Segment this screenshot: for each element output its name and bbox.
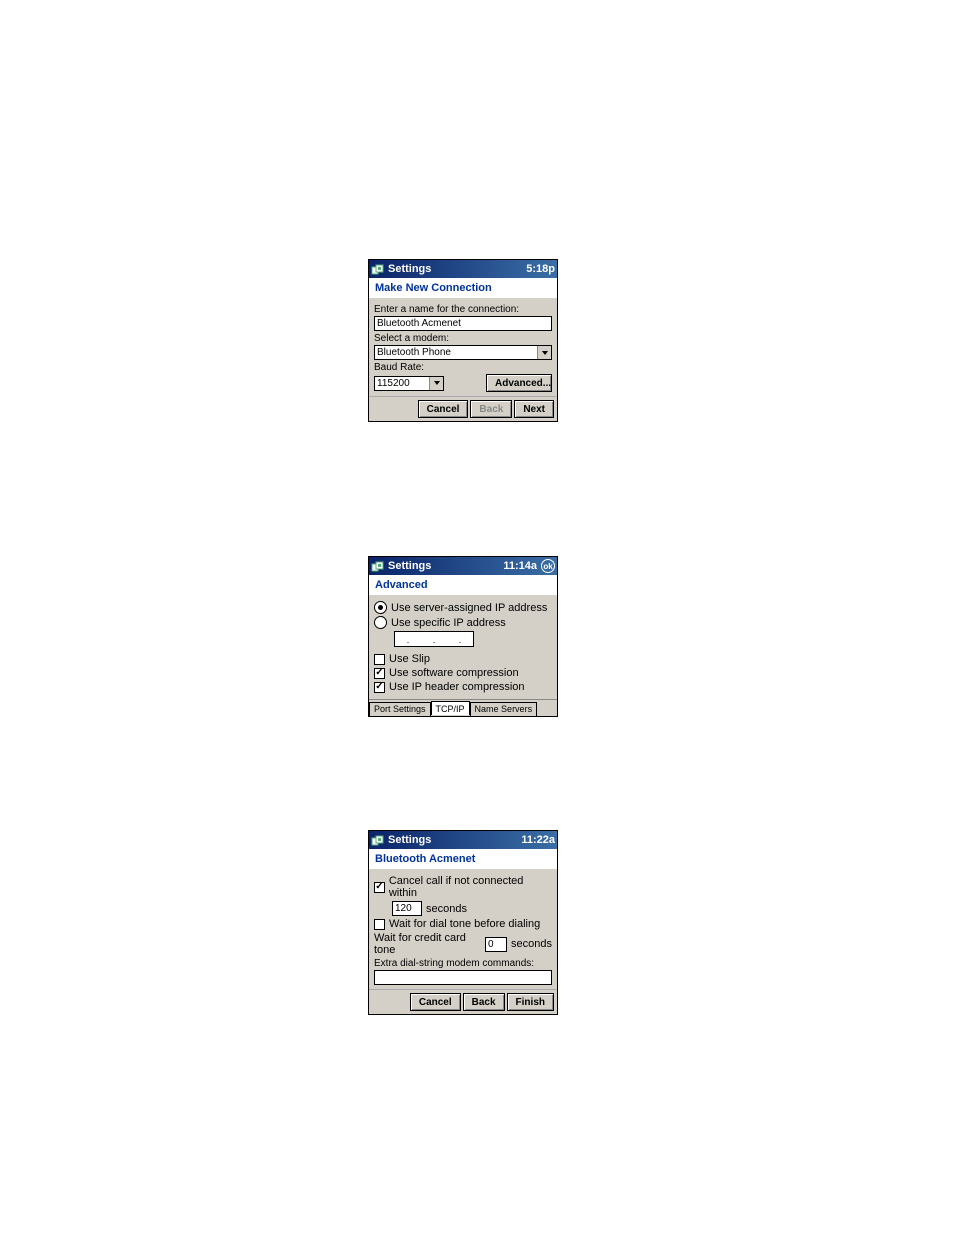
title-text: Settings	[388, 560, 431, 572]
connection-name-input[interactable]	[374, 316, 552, 331]
dialog-body: Use server-assigned IP address Use speci…	[369, 595, 557, 699]
credit-card-row: Wait for credit card tone seconds	[374, 932, 552, 956]
cancel-button[interactable]: Cancel	[418, 400, 469, 418]
modem-select[interactable]: Bluetooth Phone	[374, 345, 552, 360]
dropdown-arrow-icon	[537, 346, 551, 359]
radio-icon	[374, 601, 387, 614]
modem-value: Bluetooth Phone	[377, 347, 451, 358]
settings-icon	[371, 262, 385, 276]
radio-server-ip-row[interactable]: Use server-assigned IP address	[374, 601, 552, 614]
dropdown-arrow-icon	[429, 377, 443, 390]
dialog-body: Enter a name for the connection: Select …	[369, 298, 557, 396]
checkbox-icon	[374, 668, 385, 679]
settings-icon	[371, 559, 385, 573]
back-button: Back	[470, 400, 512, 418]
titlebar: Settings 11:14a ok	[369, 557, 557, 575]
clock: 5:18p	[526, 263, 555, 275]
extra-commands-input[interactable]	[374, 970, 552, 985]
checkbox-icon	[374, 882, 385, 893]
radio-specific-ip-label: Use specific IP address	[391, 617, 506, 629]
checkbox-ip-compression-label: Use IP header compression	[389, 681, 525, 693]
credit-label-2: seconds	[511, 938, 552, 950]
advanced-button[interactable]: Advanced...	[486, 374, 552, 392]
next-button[interactable]: Next	[514, 400, 554, 418]
connection-name-label: Enter a name for the connection:	[374, 304, 552, 315]
modem-label: Select a modem:	[374, 333, 552, 344]
timeout-unit-label: seconds	[426, 903, 467, 915]
radio-server-ip-label: Use server-assigned IP address	[391, 602, 547, 614]
titlebar: Settings 11:22a	[369, 831, 557, 849]
advanced-tcpip-dialog: Settings 11:14a ok Advanced Use server-a…	[368, 556, 558, 717]
button-row: Cancel Back Next	[369, 396, 557, 421]
checkbox-slip-label: Use Slip	[389, 653, 430, 665]
checkbox-icon	[374, 654, 385, 665]
credit-tone-input[interactable]	[485, 937, 507, 952]
connection-options-dialog: Settings 11:22a Bluetooth Acmenet Cancel…	[368, 830, 558, 1015]
titlebar: Settings 5:18p	[369, 260, 557, 278]
dialog-heading: Advanced	[369, 575, 557, 595]
checkbox-sw-compression-label: Use software compression	[389, 667, 519, 679]
tab-port-settings[interactable]: Port Settings	[369, 702, 431, 716]
clock: 11:22a	[521, 834, 555, 846]
tab-name-servers[interactable]: Name Servers	[470, 702, 538, 716]
checkbox-ip-compression-row[interactable]: Use IP header compression	[374, 681, 552, 693]
baud-select[interactable]: 115200	[374, 376, 444, 391]
title-text: Settings	[388, 263, 431, 275]
checkbox-cancel-call-row[interactable]: Cancel call if not connected within	[374, 875, 552, 899]
dialog-heading: Bluetooth Acmenet	[369, 849, 557, 869]
checkbox-slip-row[interactable]: Use Slip	[374, 653, 552, 665]
make-new-connection-dialog: Settings 5:18p Make New Connection Enter…	[368, 259, 558, 422]
checkbox-sw-compression-row[interactable]: Use software compression	[374, 667, 552, 679]
checkbox-icon	[374, 682, 385, 693]
timeout-input[interactable]	[392, 901, 422, 916]
cancel-button[interactable]: Cancel	[410, 993, 461, 1011]
radio-specific-ip-row[interactable]: Use specific IP address	[374, 616, 552, 629]
ok-button[interactable]: ok	[541, 559, 555, 573]
dialog-body: Cancel call if not connected within seco…	[369, 869, 557, 989]
checkbox-cancel-call-label: Cancel call if not connected within	[389, 875, 552, 899]
checkbox-wait-dialtone-row[interactable]: Wait for dial tone before dialing	[374, 918, 552, 930]
baud-value: 115200	[377, 378, 410, 389]
ip-address-input[interactable]: ...	[394, 631, 474, 647]
checkbox-icon	[374, 919, 385, 930]
checkbox-wait-dialtone-label: Wait for dial tone before dialing	[389, 918, 540, 930]
tab-bar: Port Settings TCP/IP Name Servers	[369, 699, 557, 716]
button-row: Cancel Back Finish	[369, 989, 557, 1014]
settings-icon	[371, 833, 385, 847]
baud-label: Baud Rate:	[374, 362, 552, 373]
title-text: Settings	[388, 834, 431, 846]
tab-tcpip[interactable]: TCP/IP	[431, 701, 470, 715]
credit-label-1: Wait for credit card tone	[374, 932, 481, 956]
clock: 11:14a	[503, 560, 537, 572]
dialog-heading: Make New Connection	[369, 278, 557, 298]
extra-commands-label: Extra dial-string modem commands:	[374, 958, 552, 969]
radio-icon	[374, 616, 387, 629]
back-button[interactable]: Back	[463, 993, 505, 1011]
finish-button[interactable]: Finish	[507, 993, 554, 1011]
timeout-row: seconds	[392, 901, 552, 916]
